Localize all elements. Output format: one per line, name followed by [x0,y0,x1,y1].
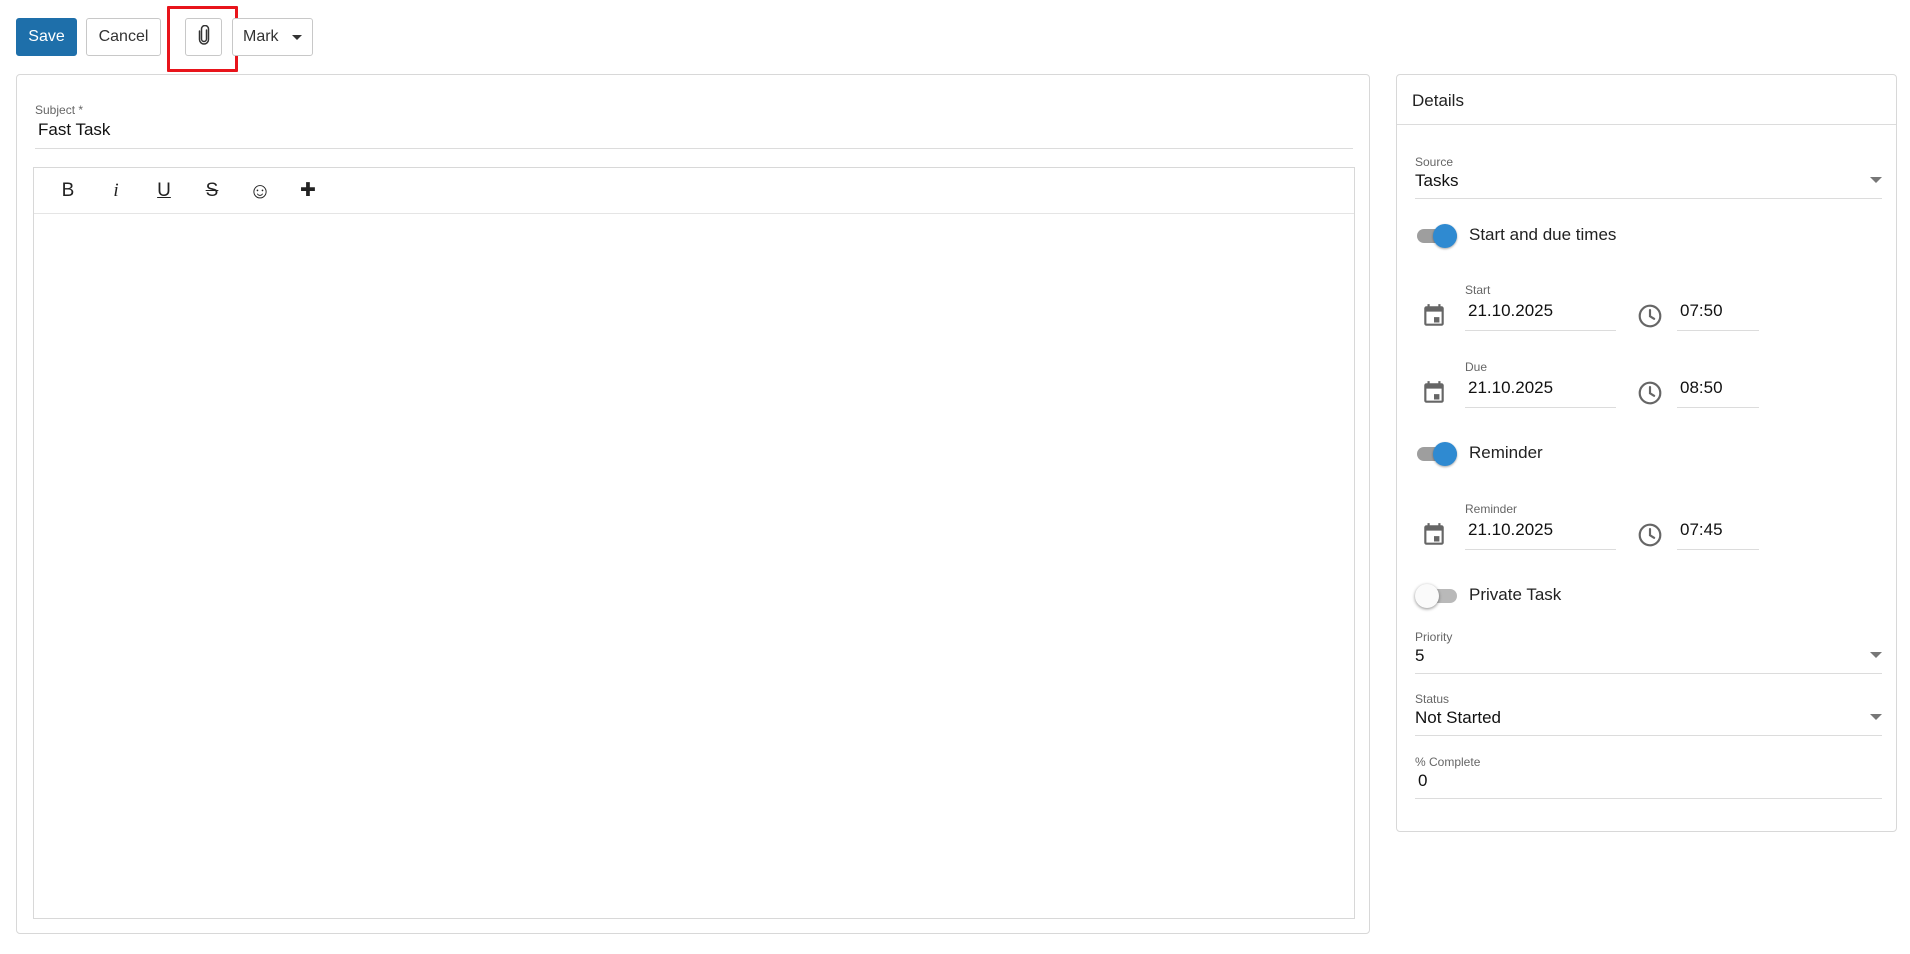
due-datetime-row: Due 21.10.2025 08:50 [1415,360,1882,414]
task-editor-card: Subject * Fast Task B i U S ☺ ✚ [16,74,1370,934]
dropdown-arrow-icon [1870,714,1882,720]
start-date-input[interactable]: Start 21.10.2025 [1465,283,1616,331]
start-time-input[interactable]: 07:50 [1677,283,1759,331]
status-value: Not Started [1415,708,1501,727]
due-date-value: 21.10.2025 [1468,378,1554,397]
emoji-icon[interactable]: ☺ [246,177,274,205]
rich-text-editor: B i U S ☺ ✚ [33,167,1355,919]
status-select[interactable]: Status Not Started [1415,692,1882,736]
reminder-date-input[interactable]: Reminder 21.10.2025 [1465,502,1616,550]
reminder-toggle[interactable] [1415,440,1457,466]
due-time-input[interactable]: 08:50 [1677,360,1759,408]
reminder-toggle-label: Reminder [1469,443,1543,462]
editor-body[interactable] [34,215,1354,918]
private-toggle-row: Private Task [1415,582,1561,608]
dropdown-arrow-icon [1870,177,1882,183]
start-due-toggle[interactable] [1415,222,1457,248]
start-date-value: 21.10.2025 [1468,301,1554,320]
clock-icon[interactable] [1637,380,1663,406]
due-date-input[interactable]: Due 21.10.2025 [1465,360,1616,408]
italic-button[interactable]: i [102,177,130,205]
reminder-time-input[interactable]: 07:45 [1677,502,1759,550]
plus-icon[interactable]: ✚ [294,177,322,205]
due-label: Due [1465,360,1488,374]
subject-field[interactable]: Subject * Fast Task [35,103,1353,149]
reminder-date-value: 21.10.2025 [1468,520,1554,539]
source-label: Source [1415,155,1454,169]
bold-button[interactable]: B [54,177,82,205]
calendar-icon[interactable] [1421,380,1447,406]
priority-select[interactable]: Priority 5 [1415,630,1882,674]
details-title: Details [1397,75,1896,125]
private-task-toggle[interactable] [1415,582,1457,608]
start-due-label: Start and due times [1469,225,1617,244]
start-datetime-row: Start 21.10.2025 07:50 [1415,283,1882,337]
percent-complete-input[interactable]: 0 [1418,771,1427,791]
reminder-toggle-row: Reminder [1415,440,1543,466]
details-panel: Details Source Tasks Start and due times… [1396,74,1897,832]
priority-label: Priority [1415,630,1453,644]
underline-button[interactable]: U [150,177,178,205]
due-time-value: 08:50 [1680,378,1723,397]
source-select[interactable]: Source Tasks [1415,155,1882,199]
clock-icon[interactable] [1637,522,1663,548]
reminder-label: Reminder [1465,502,1518,516]
source-value: Tasks [1415,171,1459,190]
start-due-toggle-row: Start and due times [1415,222,1616,248]
strikethrough-button[interactable]: S [198,177,226,205]
status-label: Status [1415,692,1450,706]
start-time-value: 07:50 [1680,301,1723,320]
calendar-icon[interactable] [1421,522,1447,548]
reminder-datetime-row: Reminder 21.10.2025 07:45 [1415,502,1882,556]
percent-complete-field[interactable]: % Complete 0 [1415,755,1882,799]
start-label: Start [1465,283,1491,297]
clock-icon[interactable] [1637,303,1663,329]
editor-toolbar: B i U S ☺ ✚ [34,168,1354,214]
priority-value: 5 [1415,646,1425,665]
calendar-icon[interactable] [1421,303,1447,329]
private-task-label: Private Task [1469,585,1562,604]
subject-label: Subject * [35,103,84,117]
percent-complete-label: % Complete [1415,755,1481,769]
dropdown-arrow-icon [1870,652,1882,658]
reminder-time-value: 07:45 [1680,520,1723,539]
subject-input[interactable]: Fast Task [38,120,110,140]
